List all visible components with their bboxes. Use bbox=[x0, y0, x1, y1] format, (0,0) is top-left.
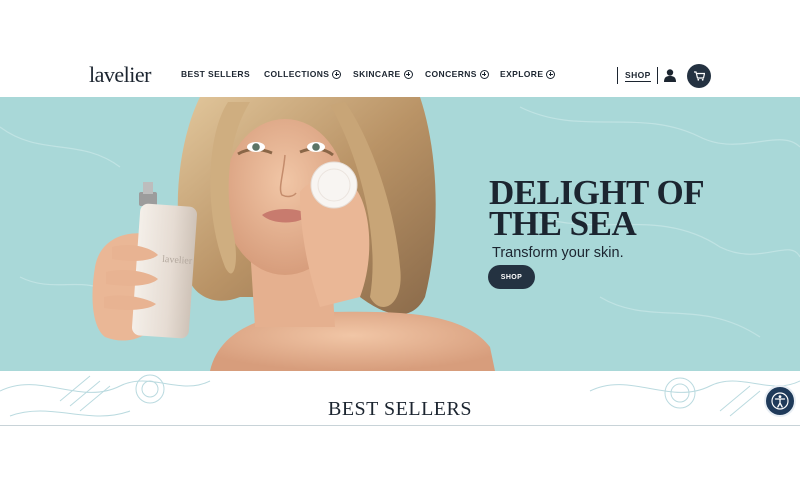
accessibility-icon bbox=[771, 392, 789, 410]
nav-divider bbox=[617, 67, 618, 84]
nav-item-label: SKINCARE bbox=[353, 69, 401, 79]
nav-item-best-sellers[interactable]: BEST SELLERS bbox=[181, 69, 250, 79]
nav-item-explore[interactable]: EXPLORE bbox=[500, 69, 556, 79]
nav-item-concerns[interactable]: CONCERNS bbox=[425, 69, 489, 79]
nav-item-label: EXPLORE bbox=[500, 69, 544, 79]
plus-circle-icon bbox=[332, 69, 342, 79]
brand-logo[interactable]: lavelier bbox=[89, 62, 151, 88]
user-icon[interactable] bbox=[664, 69, 676, 82]
shop-link[interactable]: SHOP bbox=[625, 70, 651, 82]
hero-title: DELIGHT OF THE SEA bbox=[489, 173, 705, 243]
hero-subtitle: Transform your skin. bbox=[492, 245, 624, 261]
bottle-label-text: lavelier bbox=[162, 254, 193, 267]
nav-item-skincare[interactable]: SKINCARE bbox=[353, 69, 413, 79]
plus-circle-icon bbox=[403, 69, 413, 79]
cart-button[interactable] bbox=[687, 64, 711, 88]
nav-divider bbox=[657, 67, 658, 84]
site-header: lavelier BEST SELLERS COLLECTIONS SKINCA… bbox=[0, 0, 800, 97]
nav-item-label: CONCERNS bbox=[425, 69, 477, 79]
plus-circle-icon bbox=[479, 69, 489, 79]
hero-shop-button[interactable]: SHOP bbox=[488, 265, 535, 289]
nav-item-collections[interactable]: COLLECTIONS bbox=[264, 69, 342, 79]
nav-item-label: BEST SELLERS bbox=[181, 69, 251, 79]
cart-icon bbox=[693, 71, 705, 81]
plus-circle-icon bbox=[546, 69, 556, 79]
accessibility-button[interactable] bbox=[764, 385, 796, 417]
nav-item-label: COLLECTIONS bbox=[264, 69, 330, 79]
hero-banner: lavelier DELIGHT OF THE SEA Transform yo… bbox=[0, 97, 800, 371]
section-title: BEST SELLERS bbox=[328, 398, 472, 420]
section-divider bbox=[0, 425, 800, 426]
